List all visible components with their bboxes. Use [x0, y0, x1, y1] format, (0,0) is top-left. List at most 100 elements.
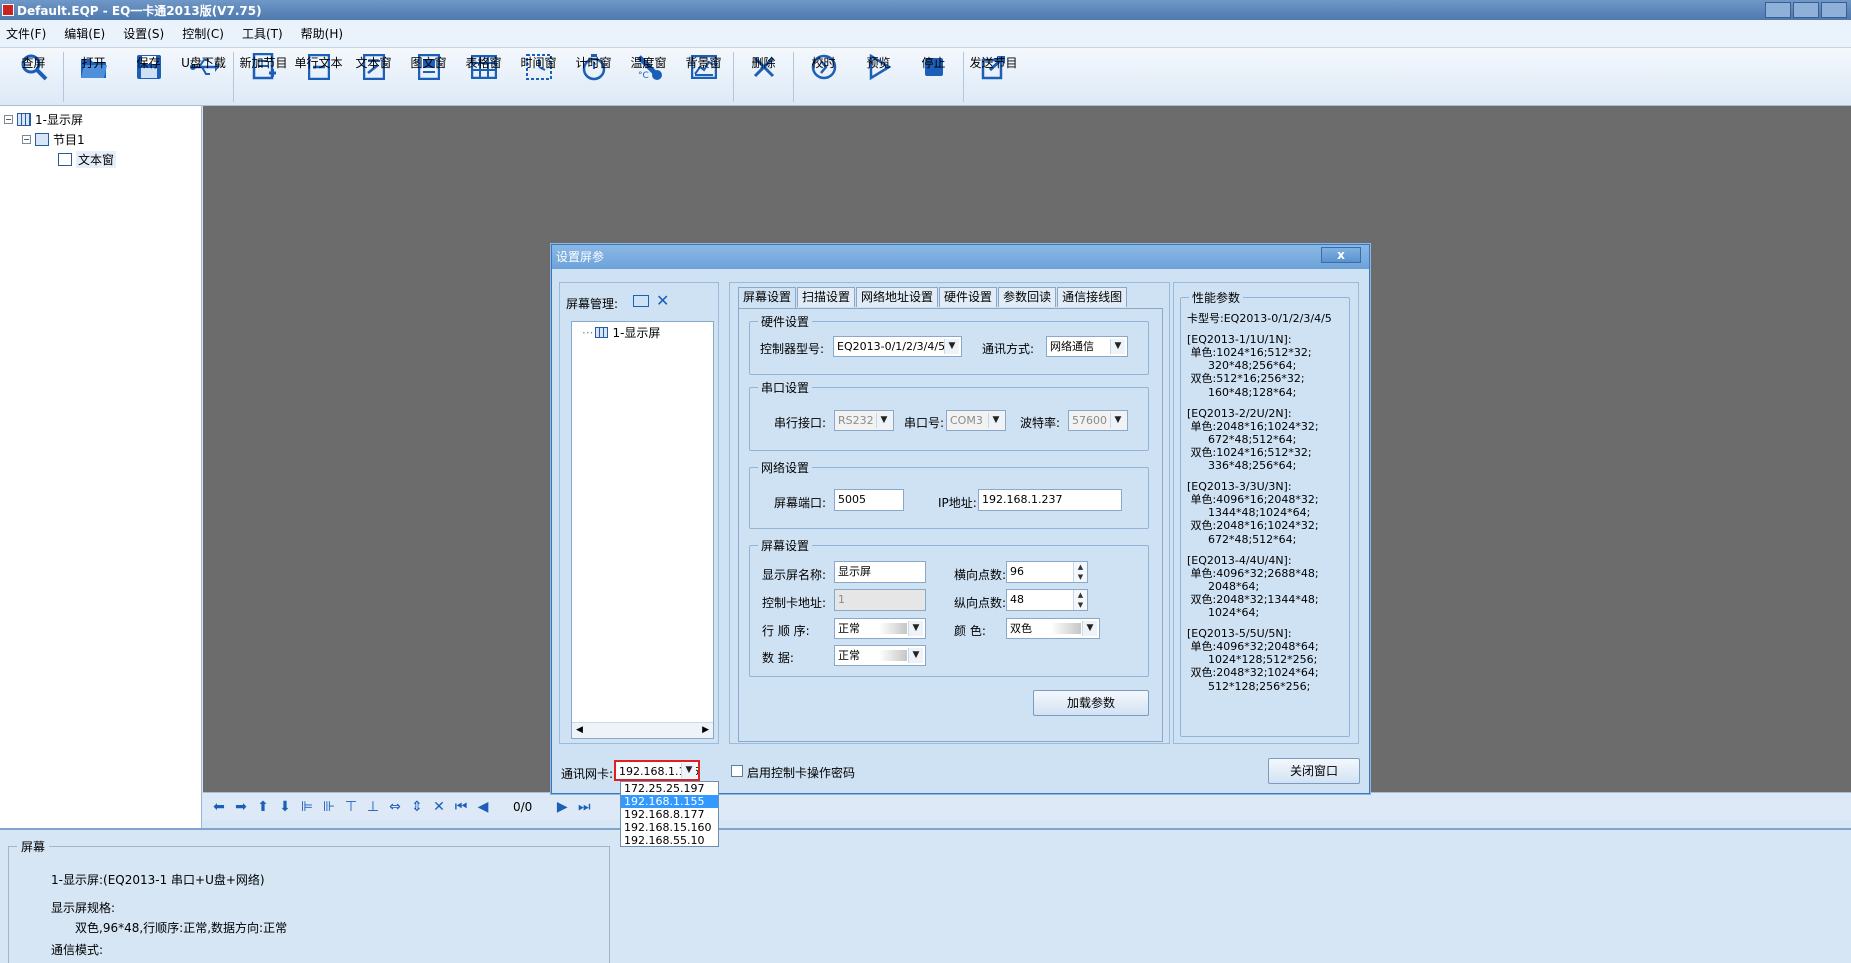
stretch-horizontal-icon[interactable]: ⇔ — [387, 799, 403, 815]
performance-panel: 性能参数 卡型号:EQ2013-0/1/2/3/4/5 [EQ2013-1/1U/… — [1173, 282, 1359, 744]
tree-node-screen[interactable]: − 1-显示屏 — [4, 110, 83, 128]
table-window-button[interactable]: 表格窗 — [456, 48, 511, 106]
nic-option[interactable]: 192.168.8.177 — [621, 808, 718, 821]
align-top-icon[interactable]: ⊤ — [343, 799, 359, 815]
nic-select[interactable]: 192.168.1.155 ▼ — [614, 760, 700, 781]
menu-help[interactable]: 帮助(H) — [295, 25, 355, 42]
tab-network-address[interactable]: 网络地址设置 — [856, 287, 939, 307]
screen-list-item[interactable]: ··· 1-显示屏 — [582, 324, 660, 341]
horizontal-scrollbar[interactable]: ◀ ▶ — [572, 722, 713, 738]
program-icon — [35, 132, 49, 146]
menu-tools[interactable]: 工具(T) — [236, 25, 295, 42]
preview-button[interactable]: 预览 — [851, 48, 906, 106]
height-points-input[interactable]: 48 ▲ ▼ — [1006, 589, 1088, 611]
nic-option[interactable]: 192.168.15.160 — [621, 821, 718, 834]
image-text-window-button[interactable]: 图文窗 — [401, 48, 456, 106]
dialog-close-button[interactable]: x — [1321, 247, 1361, 263]
search-screen-button[interactable]: 查屏 — [6, 48, 61, 106]
performance-line: 单色:4096*32;2688*48; — [1187, 566, 1319, 580]
open-button[interactable]: 打开 — [66, 48, 121, 106]
enable-password-label: 启用控制卡操作密码 — [747, 766, 856, 780]
tab-scan-settings[interactable]: 扫描设置 — [797, 287, 856, 307]
close-dialog-button[interactable]: 关闭窗口 — [1268, 758, 1360, 784]
single-line-text-button[interactable]: 单行文本 — [291, 48, 346, 106]
send-program-button[interactable]: 发送节目 — [966, 48, 1021, 106]
nic-option[interactable]: 192.168.55.10 — [621, 834, 718, 847]
first-page-icon[interactable]: ⏮ — [453, 799, 469, 815]
new-program-button[interactable]: 新加节目 — [236, 48, 291, 106]
tab-param-readback[interactable]: 参数回读 — [998, 287, 1057, 307]
svg-text:°C: °C — [638, 71, 649, 81]
minimize-button[interactable] — [1765, 2, 1791, 18]
align-left-icon[interactable]: ⊫ — [299, 799, 315, 815]
screen-port-input[interactable]: 5005 — [834, 489, 904, 511]
delete-button[interactable]: 删除 — [736, 48, 791, 106]
temperature-window-button[interactable]: °C 温度窗 — [621, 48, 676, 106]
load-params-button[interactable]: 加载参数 — [1033, 690, 1149, 716]
time-window-button[interactable]: 时间窗 — [511, 48, 566, 106]
next-page-icon[interactable]: ▶ — [554, 799, 570, 815]
scroll-right-icon[interactable]: ▶ — [702, 725, 709, 735]
menu-control[interactable]: 控制(C) — [176, 25, 236, 42]
maximize-button[interactable] — [1793, 2, 1819, 18]
align-bottom-icon[interactable]: ⊥ — [365, 799, 381, 815]
last-page-icon[interactable]: ⏭ — [576, 799, 592, 815]
data-direction-select[interactable]: 正常 ▼ — [834, 645, 926, 666]
chevron-down-icon: ▼ — [1110, 339, 1125, 354]
background-window-button[interactable]: 背景窗 — [676, 48, 731, 106]
menu-settings[interactable]: 设置(S) — [117, 25, 176, 42]
menu-edit[interactable]: 编辑(E) — [58, 25, 117, 42]
tree-node-text-window[interactable]: 文本窗 — [58, 150, 117, 168]
app-icon — [2, 4, 14, 16]
baud-rate-select[interactable]: 57600 ▼ — [1068, 410, 1128, 431]
row-order-select[interactable]: 正常 ▼ — [834, 618, 926, 639]
scroll-left-icon[interactable]: ◀ — [576, 725, 583, 735]
remove-screen-icon[interactable]: ✕ — [656, 291, 669, 310]
performance-line: 1024*128;512*256; — [1187, 653, 1318, 667]
window-controls — [1765, 2, 1851, 18]
settings-tabs: 屏幕设置 扫描设置 网络地址设置 硬件设置 参数回读 通信接线图 — [738, 287, 1128, 309]
nic-option-selected[interactable]: 192.168.1.155 — [621, 795, 718, 808]
spinner-icon[interactable]: ▲ ▼ — [1073, 562, 1087, 582]
usb-download-button[interactable]: U盘下载 — [176, 48, 231, 106]
collapse-icon[interactable]: − — [22, 134, 31, 144]
nic-option[interactable]: 172.25.25.197 — [621, 782, 718, 795]
serial-port-select[interactable]: COM3 ▼ — [946, 410, 1006, 431]
arrow-left-icon[interactable]: ⬅ — [211, 799, 227, 815]
sync-time-button[interactable]: 校时 — [796, 48, 851, 106]
comm-method-select[interactable]: 网络通信 ▼ — [1046, 336, 1128, 357]
prev-page-icon[interactable]: ◀ — [475, 799, 491, 815]
program-tree: − 1-显示屏 − 节目1 文本窗 — [0, 106, 202, 828]
serial-interface-select[interactable]: RS232 ▼ — [834, 410, 894, 431]
width-points-input[interactable]: 96 ▲ ▼ — [1006, 561, 1088, 583]
align-right-icon[interactable]: ⊪ — [321, 799, 337, 815]
stop-button[interactable]: 停止 — [906, 48, 961, 106]
enable-password-checkbox[interactable] — [731, 765, 743, 777]
collapse-icon[interactable]: − — [4, 114, 13, 124]
controller-model-select[interactable]: EQ2013-0/1/2/3/4/5 ▼ — [833, 336, 962, 357]
add-screen-icon[interactable] — [633, 295, 649, 307]
timer-window-button[interactable]: 计时窗 — [566, 48, 621, 106]
performance-line: 1024*64; — [1187, 606, 1260, 619]
color-select[interactable]: 双色 ▼ — [1006, 618, 1100, 639]
width-points-label: 横向点数: — [954, 568, 1007, 582]
text-window-button[interactable]: 文本窗 — [346, 48, 401, 106]
stretch-vertical-icon[interactable]: ⇕ — [409, 799, 425, 815]
arrow-right-icon[interactable]: ➡ — [233, 799, 249, 815]
fullscreen-icon[interactable]: ✕ — [431, 799, 447, 815]
tab-wiring-diagram[interactable]: 通信接线图 — [1057, 287, 1128, 307]
screen-list[interactable]: ··· 1-显示屏 ◀ ▶ — [571, 321, 714, 739]
tree-node-program[interactable]: − 节目1 — [22, 130, 85, 148]
tab-hardware-settings[interactable]: 硬件设置 — [939, 287, 998, 307]
card-address-input[interactable]: 1 — [834, 589, 926, 611]
menu-file[interactable]: 文件(F) — [0, 25, 58, 42]
screen-name-input[interactable]: 显示屏 — [834, 561, 926, 583]
close-window-button[interactable] — [1821, 2, 1847, 18]
tab-screen-settings[interactable]: 屏幕设置 — [738, 287, 797, 309]
save-button[interactable]: 保存 — [121, 48, 176, 106]
arrow-down-icon[interactable]: ⬇ — [277, 799, 293, 815]
spinner-icon[interactable]: ▲ ▼ — [1073, 590, 1087, 610]
ip-address-input[interactable]: 192.168.1.237 — [978, 489, 1122, 511]
arrow-up-icon[interactable]: ⬆ — [255, 799, 271, 815]
comm-method-label: 通讯方式: — [982, 342, 1035, 356]
